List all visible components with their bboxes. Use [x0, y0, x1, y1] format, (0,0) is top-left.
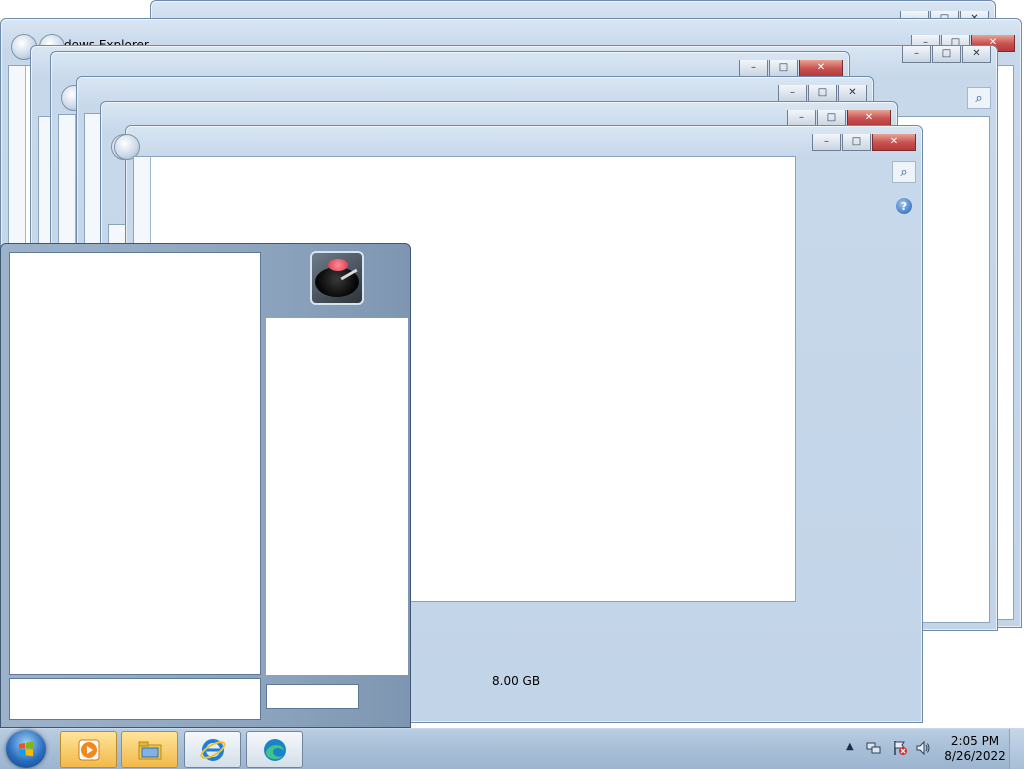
- windows-logo-icon: [19, 741, 33, 757]
- close-button[interactable]: ✕: [838, 85, 867, 102]
- minimize-button[interactable]: –: [739, 60, 768, 77]
- system-clock[interactable]: 2:05 PM 8/26/2022: [940, 734, 1010, 764]
- ie-icon: [199, 738, 226, 761]
- start-search-box[interactable]: [9, 678, 261, 720]
- taskbar-explorer[interactable]: [121, 731, 178, 768]
- close-button[interactable]: ✕: [962, 46, 991, 63]
- taskbar-media-player[interactable]: [60, 731, 117, 768]
- search-icon[interactable]: ⌕: [892, 161, 916, 183]
- minimize-button[interactable]: –: [902, 46, 931, 63]
- close-button[interactable]: ✕: [872, 134, 916, 151]
- volume-icon[interactable]: [915, 740, 931, 756]
- memory-value: 8.00 GB: [492, 674, 541, 688]
- show-hidden-icons-button[interactable]: ▲: [846, 741, 854, 752]
- shutdown-button[interactable]: [266, 684, 359, 709]
- maximize-button[interactable]: □: [842, 134, 871, 151]
- taskbar: ▲ 2:05 PM 8/26/2022: [0, 728, 1024, 769]
- clock-date: 8/26/2022: [944, 749, 1006, 763]
- taskbar-edge[interactable]: [246, 731, 303, 768]
- network-icon[interactable]: [866, 740, 882, 756]
- user-avatar[interactable]: [310, 251, 364, 305]
- programs-list[interactable]: [9, 252, 261, 675]
- close-button[interactable]: ✕: [799, 60, 843, 77]
- search-icon[interactable]: ⌕: [967, 87, 991, 109]
- minimize-button[interactable]: –: [778, 85, 807, 102]
- taskbar-internet-explorer[interactable]: [184, 731, 241, 768]
- folder-icon: [138, 741, 161, 759]
- edge-icon: [263, 738, 286, 761]
- maximize-button[interactable]: □: [932, 46, 961, 63]
- media-player-icon: [78, 739, 99, 760]
- start-links-panel[interactable]: [266, 318, 408, 675]
- help-icon[interactable]: ?: [896, 198, 912, 214]
- show-desktop-button[interactable]: [1009, 729, 1024, 769]
- action-center-flag-icon[interactable]: [892, 740, 908, 756]
- search-input[interactable]: [20, 687, 250, 713]
- start-button[interactable]: [6, 730, 46, 768]
- minimize-button[interactable]: –: [812, 134, 841, 151]
- start-menu: [0, 243, 411, 728]
- clock-time: 2:05 PM: [950, 734, 1000, 748]
- maximize-button[interactable]: □: [769, 60, 798, 77]
- maximize-button[interactable]: □: [808, 85, 837, 102]
